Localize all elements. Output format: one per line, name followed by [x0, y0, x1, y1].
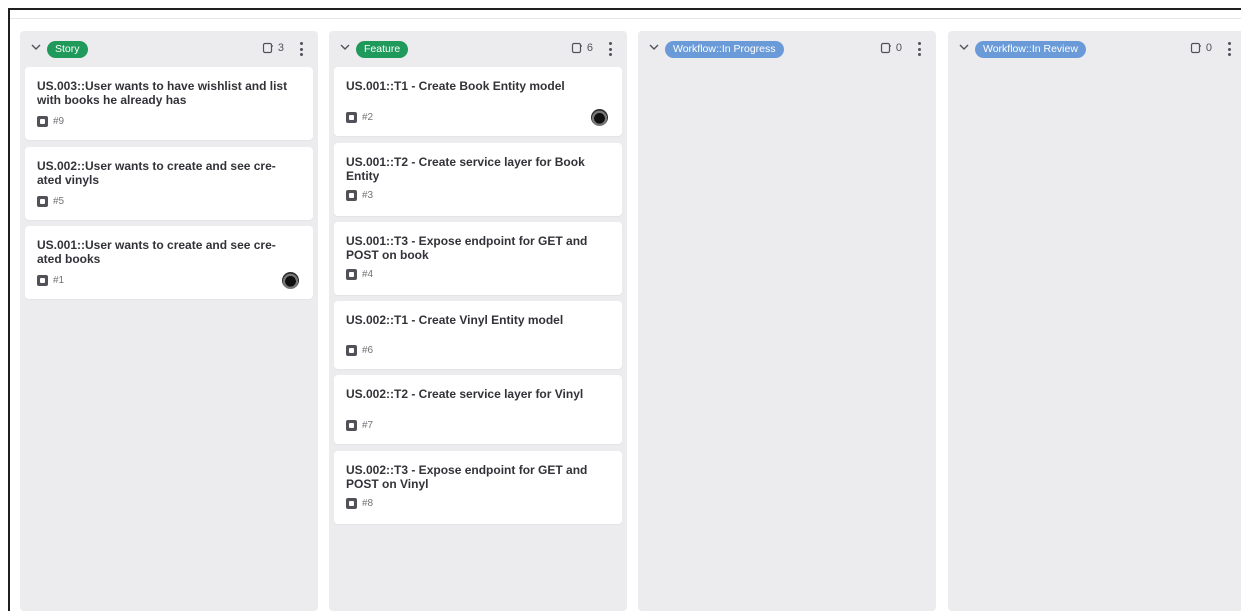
issue-board: Story 3 US.003::User wants to have wishl…: [20, 31, 1241, 611]
issue-reference: #9: [53, 116, 65, 127]
label-badge[interactable]: Workflow::In Progress: [665, 41, 784, 58]
issue-count: 0: [880, 42, 902, 54]
board-list-story: Story 3 US.003::User wants to have wishl…: [20, 31, 318, 611]
card-title[interactable]: US.001::T2 - Create service layer for Bo…: [346, 155, 602, 183]
card-meta: #9: [37, 116, 64, 127]
chevron-down-icon[interactable]: [957, 40, 971, 54]
board-card[interactable]: US.002::T2 - Create service layer for Vi…: [334, 375, 622, 444]
card-meta: #8: [346, 498, 373, 509]
issue-type-icon: [346, 420, 357, 431]
issues-icon: [571, 42, 582, 54]
issue-count: 6: [571, 42, 593, 54]
label-badge[interactable]: Story: [47, 41, 88, 58]
issue-count: 3: [262, 42, 284, 54]
issue-count-value: 6: [586, 42, 593, 54]
card-meta: #2: [346, 112, 373, 123]
board-card[interactable]: US.001::T2 - Create service layer for Bo…: [334, 143, 622, 216]
board-list-feature: Feature 6 US.001::T1 - Create Book Entit…: [329, 31, 627, 611]
card-title[interactable]: US.002::T1 - Create Vinyl Entity model: [346, 313, 602, 327]
card-title[interactable]: US.001::T3 - Expose endpoint for GET and…: [346, 234, 602, 262]
list-header: Story 3: [20, 31, 318, 67]
board-card[interactable]: US.001::User wants to create and see cre…: [25, 226, 313, 299]
list-actions-menu-icon[interactable]: [912, 40, 926, 58]
issue-reference: #1: [53, 275, 65, 286]
card-meta: #1: [37, 275, 64, 286]
assignee-avatar[interactable]: [591, 109, 608, 126]
issue-count-value: 0: [895, 42, 902, 54]
card-title[interactable]: US.003::User wants to have wishlist and …: [37, 79, 293, 107]
issues-icon: [880, 42, 891, 54]
board-card[interactable]: US.002::T3 - Expose endpoint for GET and…: [334, 451, 622, 524]
issue-type-icon: [346, 190, 357, 201]
issue-count: 0: [1190, 42, 1212, 54]
issue-reference: #2: [362, 112, 374, 123]
issue-type-icon: [346, 112, 357, 123]
top-toolbar-strip: [10, 10, 1241, 19]
issue-reference: #3: [362, 190, 374, 201]
issue-reference: #7: [362, 420, 374, 431]
list-actions-menu-icon[interactable]: [1222, 40, 1236, 58]
issue-count-value: 0: [1205, 42, 1212, 54]
chevron-down-icon[interactable]: [647, 40, 661, 54]
issue-reference: #8: [362, 498, 374, 509]
issue-reference: #4: [362, 269, 374, 280]
board-list-in-progress: Workflow::In Progress 0: [638, 31, 936, 611]
issue-type-icon: [346, 269, 357, 280]
list-header: Workflow::In Progress 0: [638, 31, 936, 67]
chevron-down-icon[interactable]: [29, 40, 43, 54]
assignee-avatar[interactable]: [282, 272, 299, 289]
list-actions-menu-icon[interactable]: [294, 40, 308, 58]
card-title[interactable]: US.002::T3 - Expose endpoint for GET and…: [346, 463, 602, 491]
card-meta: #4: [346, 269, 373, 280]
board-card[interactable]: US.001::T1 - Create Book Entity model #2: [334, 67, 622, 136]
issues-icon: [1190, 42, 1201, 54]
card-title[interactable]: US.002::User wants to create and see cre…: [37, 159, 293, 187]
board-frame: Story 3 US.003::User wants to have wishl…: [8, 8, 1241, 611]
issue-type-icon: [37, 275, 48, 286]
list-actions-menu-icon[interactable]: [603, 40, 617, 58]
issue-type-icon: [37, 196, 48, 207]
board-card[interactable]: US.002::User wants to create and see cre…: [25, 147, 313, 220]
label-badge[interactable]: Workflow::In Review: [975, 41, 1086, 58]
chevron-down-icon[interactable]: [338, 40, 352, 54]
board-card[interactable]: US.002::T1 - Create Vinyl Entity model #…: [334, 301, 622, 369]
card-meta: #6: [346, 345, 373, 356]
list-header: Feature 6: [329, 31, 627, 67]
card-meta: #7: [346, 420, 373, 431]
issue-type-icon: [346, 498, 357, 509]
card-title[interactable]: US.001::User wants to create and see cre…: [37, 238, 293, 266]
issue-type-icon: [346, 345, 357, 356]
card-title[interactable]: US.001::T1 - Create Book Entity model: [346, 79, 602, 93]
issue-reference: #6: [362, 345, 374, 356]
card-meta: #5: [37, 196, 64, 207]
card-meta: #3: [346, 190, 373, 201]
board-list-in-review: Workflow::In Review 0: [948, 31, 1241, 611]
issues-icon: [262, 42, 273, 54]
board-card[interactable]: US.003::User wants to have wishlist and …: [25, 67, 313, 140]
list-header: Workflow::In Review 0: [948, 31, 1241, 67]
issue-type-icon: [37, 116, 48, 127]
issue-count-value: 3: [277, 42, 284, 54]
card-title[interactable]: US.002::T2 - Create service layer for Vi…: [346, 387, 602, 401]
board-card[interactable]: US.001::T3 - Expose endpoint for GET and…: [334, 222, 622, 295]
label-badge[interactable]: Feature: [356, 41, 409, 58]
issue-reference: #5: [53, 196, 65, 207]
